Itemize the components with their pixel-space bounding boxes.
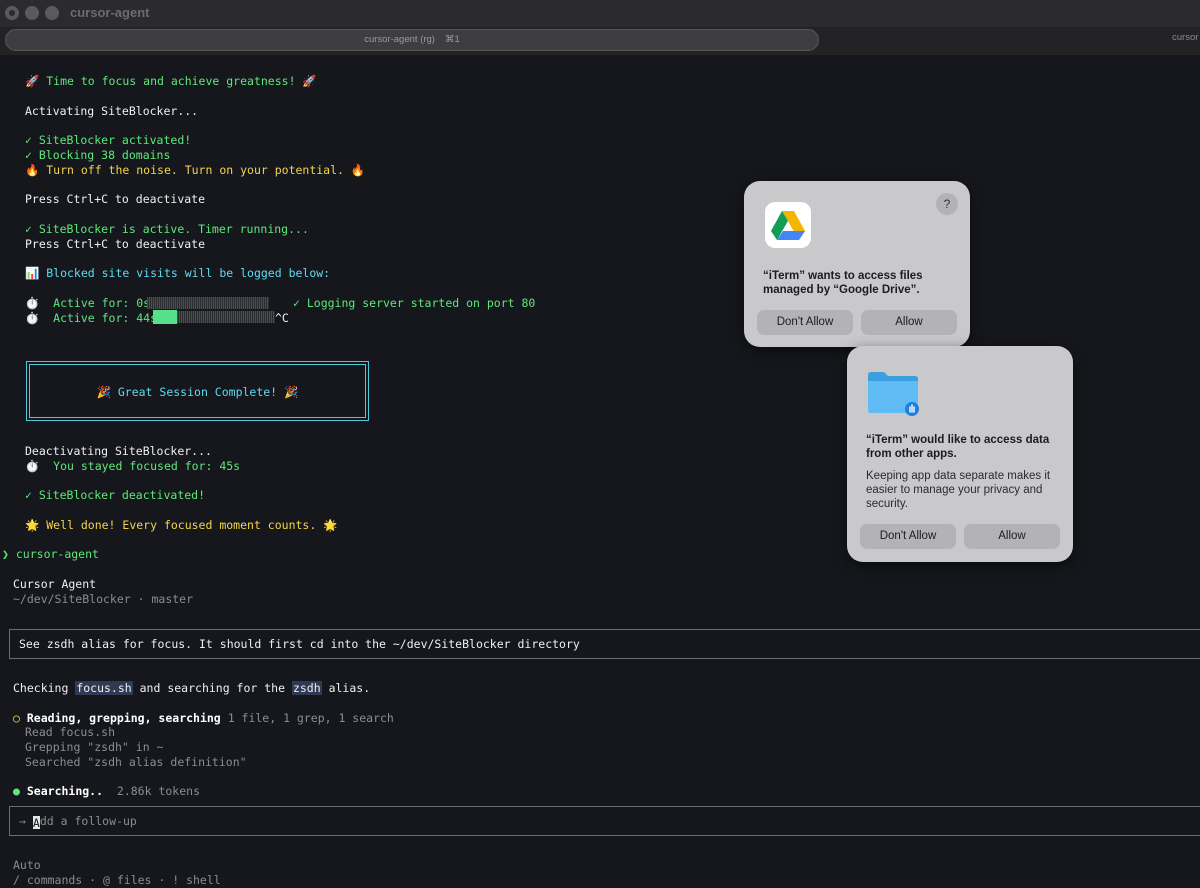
status-tokens: 2.86k tokens: [116, 784, 200, 798]
active-for-line-2: ⏱️ Active for: 44s: [25, 311, 157, 326]
blocked-log-line: 📊 Blocked site visits will be logged bel…: [25, 266, 331, 280]
zoom-window-button[interactable]: [45, 6, 59, 20]
status-line: ● Searching.. 2.86k tokens: [13, 784, 200, 799]
blocking-line: ✓ Blocking 38 domains: [25, 148, 171, 162]
tab-bar: cursor-agent (rg) ⌘1 cursor: [0, 27, 1200, 55]
ctrl-c-echo: ^C: [275, 311, 289, 325]
user-message-box: See zsdh alias for focus. It should firs…: [9, 629, 1200, 659]
input-arrow-icon: →: [19, 814, 26, 828]
progress-bar-1: [147, 297, 269, 309]
status-label: Searching..: [26, 784, 104, 798]
mode-label[interactable]: Auto: [13, 858, 41, 873]
app-data-permission-dialog: “iTerm” would like to access data from o…: [847, 346, 1073, 562]
follow-up-input[interactable]: → Add a follow-up: [9, 806, 1200, 836]
logging-server-line: ✓ Logging server started on port 80: [293, 296, 536, 310]
file-chip[interactable]: focus.sh: [75, 681, 133, 695]
press-ctrl-line-1: Press Ctrl+C to deactivate: [25, 192, 206, 206]
session-complete-text: 🎉 Great Session Complete! 🎉: [96, 385, 299, 399]
step-item-grep: Grepping "zsdh" in ~: [25, 740, 164, 754]
title-bar: cursor-agent: [0, 0, 1200, 27]
user-message: See zsdh alias for focus. It should firs…: [19, 637, 580, 651]
noise-line: 🔥 Turn off the noise. Turn on your poten…: [25, 163, 366, 177]
window-title: cursor-agent: [70, 5, 150, 20]
dialog-detail: Keeping app data separate makes it easie…: [866, 470, 1051, 510]
folder-hand-icon: [866, 370, 920, 416]
step-status-icon: ○: [13, 711, 20, 725]
status-dot-icon: ●: [13, 784, 20, 798]
stayed-focused-line: ⏱️ You stayed focused for: 45s: [25, 459, 241, 473]
step-item-search: Searched "zsdh alias definition": [25, 755, 247, 769]
step-title: Reading, grepping, searching: [26, 711, 221, 725]
prompt-symbol: ❯: [2, 547, 9, 561]
tab-label: cursor-agent (rg): [364, 34, 435, 45]
shell-prompt: ❯ cursor-agent: [2, 547, 99, 562]
deactivating-line: Deactivating SiteBlocker...: [25, 444, 212, 458]
allow-button[interactable]: Allow: [964, 524, 1060, 549]
tab-shortcut: ⌘1: [444, 34, 460, 45]
step-summary: 1 file, 1 grep, 1 search: [227, 711, 394, 725]
active-timer-line: ✓ SiteBlocker is active. Timer running..…: [25, 222, 309, 236]
follow-up-content: → Add a follow-up: [19, 814, 137, 830]
active-for-text-2: ⏱️ Active for: 44s: [25, 311, 158, 325]
checking-line: Checking focus.sh and searching for the …: [13, 681, 370, 696]
progress-bar-2: [153, 310, 275, 324]
press-ctrl-line-2: Press Ctrl+C to deactivate: [25, 237, 206, 251]
help-button[interactable]: ?: [936, 193, 958, 215]
tab-cursor-agent[interactable]: cursor-agent (rg) ⌘1: [5, 29, 819, 51]
dialog-message: “iTerm” would like to access data from o…: [866, 434, 1050, 460]
rocket-line: 🚀 Time to focus and achieve greatness! 🚀: [25, 74, 317, 88]
step-header[interactable]: ○ Reading, grepping, searching 1 file, 1…: [13, 711, 394, 726]
google-drive-icon: [765, 202, 811, 248]
checking-post: alias.: [321, 681, 371, 695]
dialog-message: “iTerm” wants to access files managed by…: [763, 270, 923, 296]
tab-cursor[interactable]: cursor: [1172, 32, 1198, 43]
deactivated-line: ✓ SiteBlocker deactivated!: [25, 488, 206, 502]
minimize-window-button[interactable]: [25, 6, 39, 20]
session-complete-box: 🎉 Great Session Complete! 🎉: [26, 361, 369, 421]
prompt-command: cursor-agent: [15, 547, 99, 561]
text-cursor: A: [32, 816, 40, 830]
dont-allow-button[interactable]: Don't Allow: [860, 524, 956, 549]
activated-line: ✓ SiteBlocker activated!: [25, 133, 192, 147]
google-drive-permission-dialog: ? “iTerm” wants to access files managed …: [744, 181, 970, 347]
agent-path: ~/dev/SiteBlocker · master: [13, 592, 194, 606]
progress-fill: [153, 310, 177, 324]
alias-chip[interactable]: zsdh: [291, 681, 322, 695]
allow-button[interactable]: Allow: [861, 310, 957, 335]
active-for-text-1: ⏱️ Active for: 0s: [25, 296, 151, 310]
agent-name: Cursor Agent: [13, 577, 97, 591]
close-window-button[interactable]: [5, 6, 19, 20]
well-done-line: 🌟 Well done! Every focused moment counts…: [25, 518, 338, 532]
active-for-line-1: ⏱️ Active for: 0s: [25, 296, 150, 311]
step-item-read: Read focus.sh: [25, 725, 116, 739]
follow-up-placeholder: dd a follow-up: [39, 814, 137, 828]
checking-pre: Checking: [13, 681, 76, 695]
checking-mid: and searching for the: [132, 681, 292, 695]
dont-allow-button[interactable]: Don't Allow: [757, 310, 853, 335]
activating-line: Activating SiteBlocker...: [25, 104, 199, 118]
